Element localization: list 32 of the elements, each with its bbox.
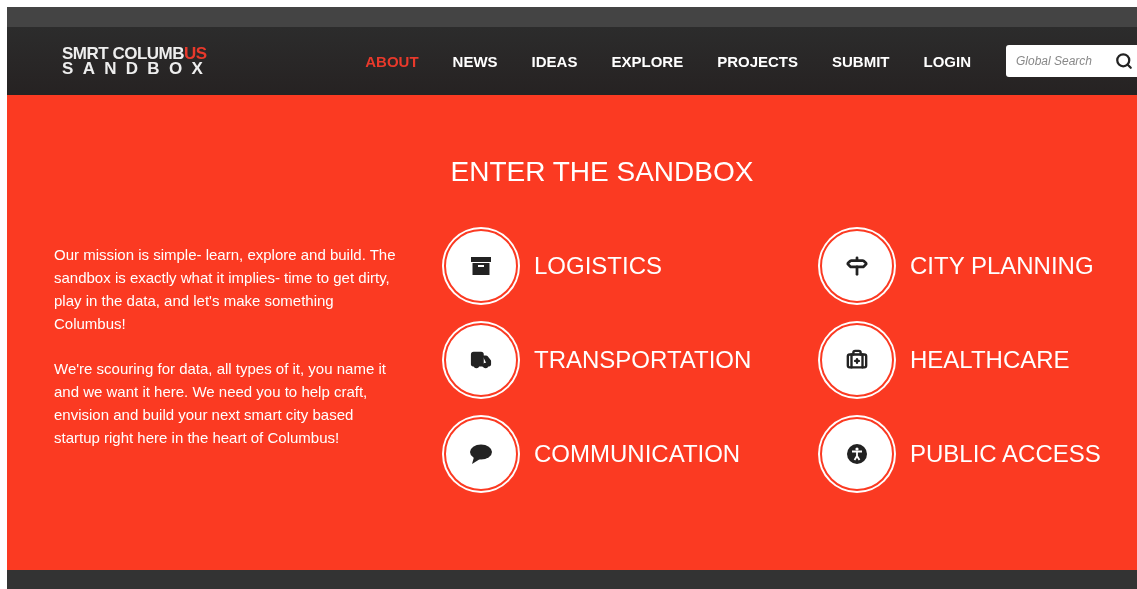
- category-link[interactable]: TRANSPORTATION: [534, 346, 752, 374]
- truck-icon: [470, 349, 492, 371]
- category-link[interactable]: PUBLIC ACCESS: [910, 440, 1101, 468]
- category-link[interactable]: COMMUNICATION: [534, 440, 741, 468]
- category-button[interactable]: [820, 229, 894, 303]
- nav-link[interactable]: PROJECTS: [700, 52, 815, 70]
- nav-link[interactable]: IDEAS: [514, 52, 595, 70]
- archive-box-icon: [471, 257, 491, 275]
- medical-kit-icon: [846, 349, 868, 371]
- nav-link[interactable]: SUBMIT: [815, 52, 907, 70]
- nav-link[interactable]: LOGIN: [906, 52, 988, 70]
- hero-title: ENTER THE SANDBOX: [450, 155, 754, 189]
- category-link[interactable]: HEALTHCARE: [910, 346, 1070, 374]
- search-field[interactable]: Global Search: [1006, 45, 1137, 77]
- category-button[interactable]: [444, 229, 518, 303]
- category-button[interactable]: [444, 323, 518, 397]
- logo-text[interactable]: SMRT COLUMBUS: [62, 46, 213, 61]
- speech-bubble-icon: [470, 444, 492, 464]
- search-icon[interactable]: [1115, 52, 1133, 70]
- category-link[interactable]: LOGISTICS: [534, 252, 663, 280]
- nav-link[interactable]: ABOUT: [348, 52, 436, 70]
- category-button[interactable]: [820, 417, 894, 491]
- mission-paragraph: We're scouring for data, all types of it, you name it and we want it here. We need you to help craft, envision and build your next smart city based startup right here in the heart of Columbus!: [54, 359, 387, 448]
- category-button[interactable]: [820, 323, 894, 397]
- nav-link[interactable]: EXPLORE: [594, 52, 701, 70]
- logo-subtitle: SANDBOX: [62, 61, 213, 76]
- category-button[interactable]: [444, 417, 518, 491]
- mission-paragraph: Our mission is simple- learn, explore and build. The sandbox is exactly what it implies- time to get dirty, play in the data, and let's make something Columbus!: [54, 245, 397, 334]
- category-link[interactable]: CITY PLANNING: [910, 252, 1094, 280]
- signpost-icon: [846, 255, 868, 277]
- accessibility-icon: [847, 444, 867, 464]
- nav-link[interactable]: NEWS: [435, 52, 515, 70]
